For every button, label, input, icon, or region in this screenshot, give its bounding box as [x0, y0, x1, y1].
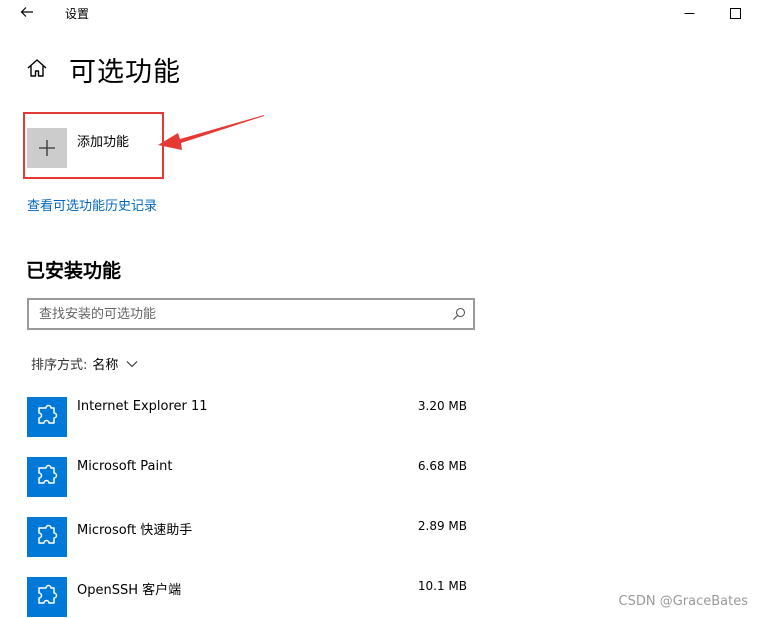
maximize-icon: [729, 7, 741, 19]
feature-name: Microsoft Paint: [77, 459, 173, 474]
search-input[interactable]: [29, 300, 445, 328]
installed-features-heading: 已安装功能: [26, 260, 122, 282]
feature-size: 3.20 MB: [417, 399, 467, 413]
back-button[interactable]: [14, 2, 40, 22]
minimize-icon: [684, 12, 694, 14]
search-icon[interactable]: [445, 300, 473, 328]
watermark: CSDN @GraceBates: [618, 594, 748, 609]
feature-size: 2.89 MB: [417, 519, 467, 533]
sort-value: 名称: [92, 358, 119, 373]
feature-item[interactable]: Internet Explorer 11 3.20 MB: [27, 397, 467, 437]
maximize-button[interactable]: [712, 0, 758, 26]
feature-name: Microsoft 快速助手: [77, 523, 193, 538]
search-box: [27, 298, 475, 330]
feature-size: 10.1 MB: [417, 579, 467, 593]
chevron-down-icon: [127, 361, 138, 368]
puzzle-icon: [27, 577, 67, 617]
puzzle-icon: [27, 397, 67, 437]
feature-item[interactable]: Microsoft Paint 6.68 MB: [27, 457, 467, 497]
feature-item[interactable]: Microsoft 快速助手 2.89 MB: [27, 517, 467, 557]
feature-name: OpenSSH 客户端: [77, 583, 182, 598]
feature-size: 6.68 MB: [417, 459, 467, 473]
sort-dropdown[interactable]: 排序方式: 名称: [31, 354, 138, 373]
annotation-arrow-icon: [158, 115, 264, 150]
sort-label: 排序方式:: [31, 358, 88, 373]
puzzle-icon: [27, 457, 67, 497]
page-title: 可选功能: [69, 57, 181, 88]
back-arrow-icon: [20, 7, 33, 17]
feature-name: Internet Explorer 11: [77, 399, 208, 414]
home-icon[interactable]: [26, 58, 48, 78]
minimize-button[interactable]: [666, 0, 712, 26]
add-feature-label: 添加功能: [77, 135, 130, 150]
feature-item[interactable]: OpenSSH 客户端 10.1 MB: [27, 577, 467, 617]
plus-icon: [27, 128, 67, 168]
history-link[interactable]: 查看可选功能历史记录: [27, 195, 157, 214]
window-title: 设置: [65, 7, 90, 21]
add-feature-button[interactable]: 添加功能: [27, 128, 129, 168]
puzzle-icon: [27, 517, 67, 557]
title-bar: 设置: [0, 0, 762, 26]
